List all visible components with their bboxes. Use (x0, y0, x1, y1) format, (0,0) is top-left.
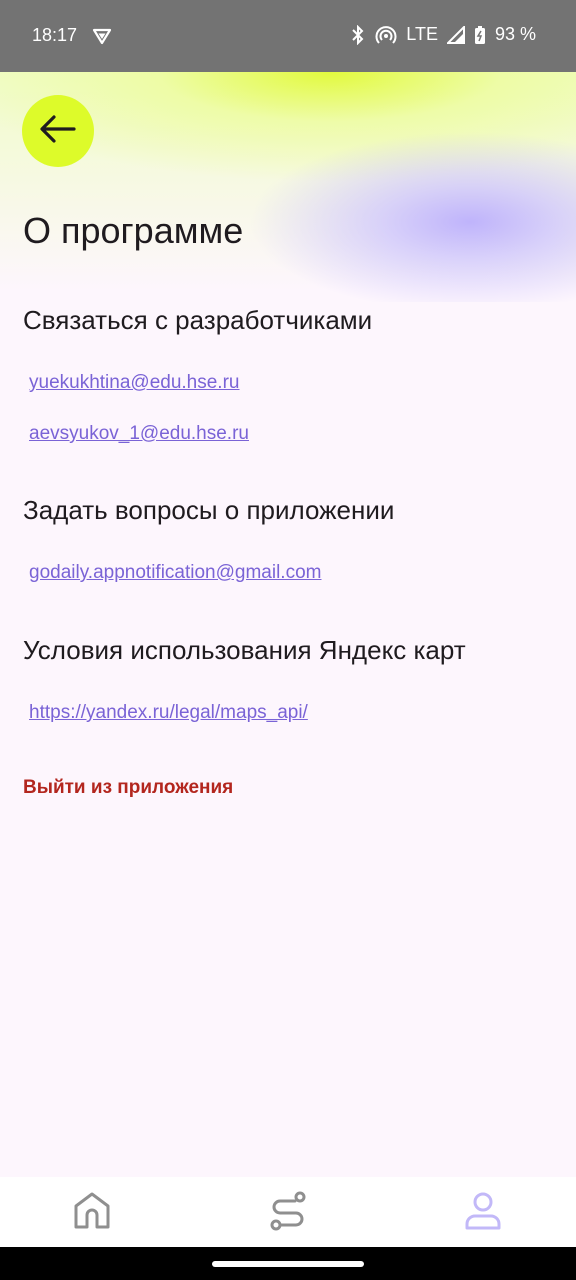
status-icons: LTE 93 % (350, 24, 536, 45)
home-icon (70, 1189, 114, 1238)
hotspot-icon (375, 25, 397, 45)
status-time: 18:17 (32, 25, 78, 45)
nav-profile[interactable] (459, 1189, 507, 1237)
battery-icon (474, 25, 486, 45)
network-type: LTE (406, 24, 438, 44)
profile-icon (461, 1189, 505, 1238)
gesture-handle[interactable] (212, 1261, 364, 1267)
battery-level: 93 % (494, 24, 536, 44)
nav-home[interactable] (68, 1189, 116, 1237)
yandex-terms-link[interactable]: https://yandex.ru/legal/maps_api/ (29, 702, 308, 724)
signal-icon (446, 25, 465, 44)
email-link[interactable]: aevsyukov_1@edu.hse.ru (29, 423, 249, 445)
section-title-yandex-maps-terms: Условия использования Яндекс карт (23, 635, 466, 665)
email-link[interactable]: yuekukhtina@edu.hse.ru (29, 372, 239, 394)
nav-routes[interactable] (264, 1189, 312, 1237)
bluetooth-icon (350, 24, 366, 45)
arrow-left-icon (36, 107, 80, 156)
vpn-icon (92, 26, 112, 51)
route-icon (266, 1189, 310, 1238)
section-title-app-questions: Задать вопросы о приложении (23, 495, 395, 525)
section-title-contact-developers: Связаться с разработчиками (23, 305, 373, 335)
logout-button[interactable]: Выйти из приложения (23, 777, 233, 799)
status-bar: 18:17 LTE 93 % (0, 0, 576, 72)
email-link[interactable]: godaily.appnotification@gmail.com (29, 562, 321, 584)
page-title: О программе (23, 210, 244, 251)
back-button[interactable] (22, 95, 94, 167)
bottom-navigation (0, 1177, 576, 1247)
system-gesture-bar (0, 1247, 576, 1280)
header-background (0, 72, 576, 302)
